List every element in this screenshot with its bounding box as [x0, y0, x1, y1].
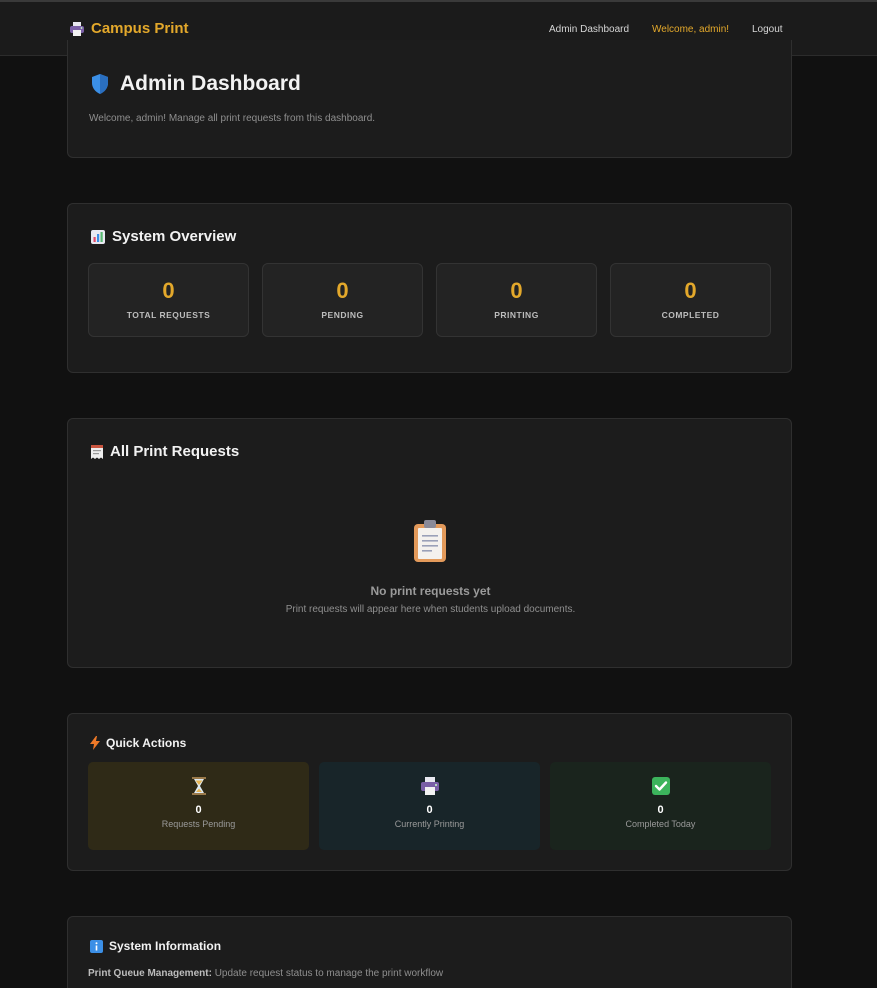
stat-value: 0: [684, 278, 697, 303]
bar-chart-icon: [91, 229, 105, 244]
page-title: Admin Dashboard: [90, 72, 301, 96]
quick-actions-title-text: Quick Actions: [106, 736, 187, 750]
shield-icon: [92, 74, 108, 94]
system-info-line-text: Update request status to manage the prin…: [214, 968, 444, 979]
print-requests-card: All Print Requests No print requests yet…: [67, 418, 792, 668]
print-requests-title: All Print Requests: [90, 443, 239, 460]
system-info-title-text: System Information: [109, 939, 222, 953]
print-requests-title-text: All Print Requests: [110, 443, 240, 460]
quick-action-value: 0: [195, 804, 202, 816]
page-subtitle: Welcome, admin! Manage all print request…: [89, 113, 376, 124]
stat-value: 0: [162, 278, 175, 303]
stat-printing: 0 PRINTING: [436, 263, 597, 337]
stat-label: PRINTING: [494, 310, 539, 320]
quick-action-label: Completed Today: [625, 819, 696, 829]
stat-completed: 0 COMPLETED: [610, 263, 771, 337]
brand-link[interactable]: Campus Print: [69, 20, 189, 37]
quick-action-value: 0: [426, 804, 433, 816]
nav-admin-dashboard[interactable]: Admin Dashboard: [549, 24, 629, 35]
system-overview-title: System Overview: [90, 228, 236, 245]
stat-total-requests: 0 TOTAL REQUESTS: [88, 263, 249, 337]
quick-actions-title: Quick Actions: [90, 736, 186, 750]
quick-action-printing[interactable]: 0 Currently Printing: [319, 762, 540, 850]
brand-name: Campus Print: [91, 20, 189, 37]
system-info-card: System Information Print Queue Managemen…: [67, 916, 792, 988]
stat-value: 0: [336, 278, 349, 303]
quick-action-label: Requests Pending: [161, 819, 236, 829]
system-info-line-label: Print Queue Management:: [88, 968, 212, 979]
system-info-title: System Information: [90, 939, 221, 953]
printer-icon: [420, 777, 439, 795]
printer-icon: [70, 21, 84, 36]
quick-action-value: 0: [657, 804, 664, 816]
quick-action-pending[interactable]: 0 Requests Pending: [88, 762, 309, 850]
quick-action-completed[interactable]: 0 Completed Today: [550, 762, 771, 850]
nav-logout[interactable]: Logout: [752, 24, 783, 35]
check-mark-icon: [651, 777, 670, 795]
header-card: Admin Dashboard Welcome, admin! Manage a…: [67, 40, 792, 158]
hourglass-icon: [191, 777, 206, 795]
clipboard-icon: [414, 520, 446, 562]
stat-label: COMPLETED: [661, 310, 720, 320]
nav-welcome-user[interactable]: Welcome, admin!: [652, 24, 729, 35]
system-overview-title-text: System Overview: [112, 228, 237, 245]
empty-state-title: No print requests yet: [370, 584, 491, 598]
stat-value: 0: [510, 278, 523, 303]
lightning-icon: [90, 736, 100, 750]
empty-state-text: Print requests will appear here when stu…: [285, 604, 576, 615]
system-overview-card: System Overview 0 TOTAL REQUESTS 0 PENDI…: [67, 203, 792, 373]
page-title-text: Admin Dashboard: [120, 72, 301, 95]
quick-actions-card: Quick Actions 0 Requests Pending 0 Curre…: [67, 713, 792, 871]
stat-label: PENDING: [321, 310, 364, 320]
system-info-line: Print Queue Management: Update request s…: [88, 968, 443, 979]
stat-label: TOTAL REQUESTS: [126, 310, 211, 320]
stat-pending: 0 PENDING: [262, 263, 423, 337]
quick-action-label: Currently Printing: [394, 819, 465, 829]
info-icon: [90, 939, 103, 953]
receipt-icon: [91, 444, 103, 459]
